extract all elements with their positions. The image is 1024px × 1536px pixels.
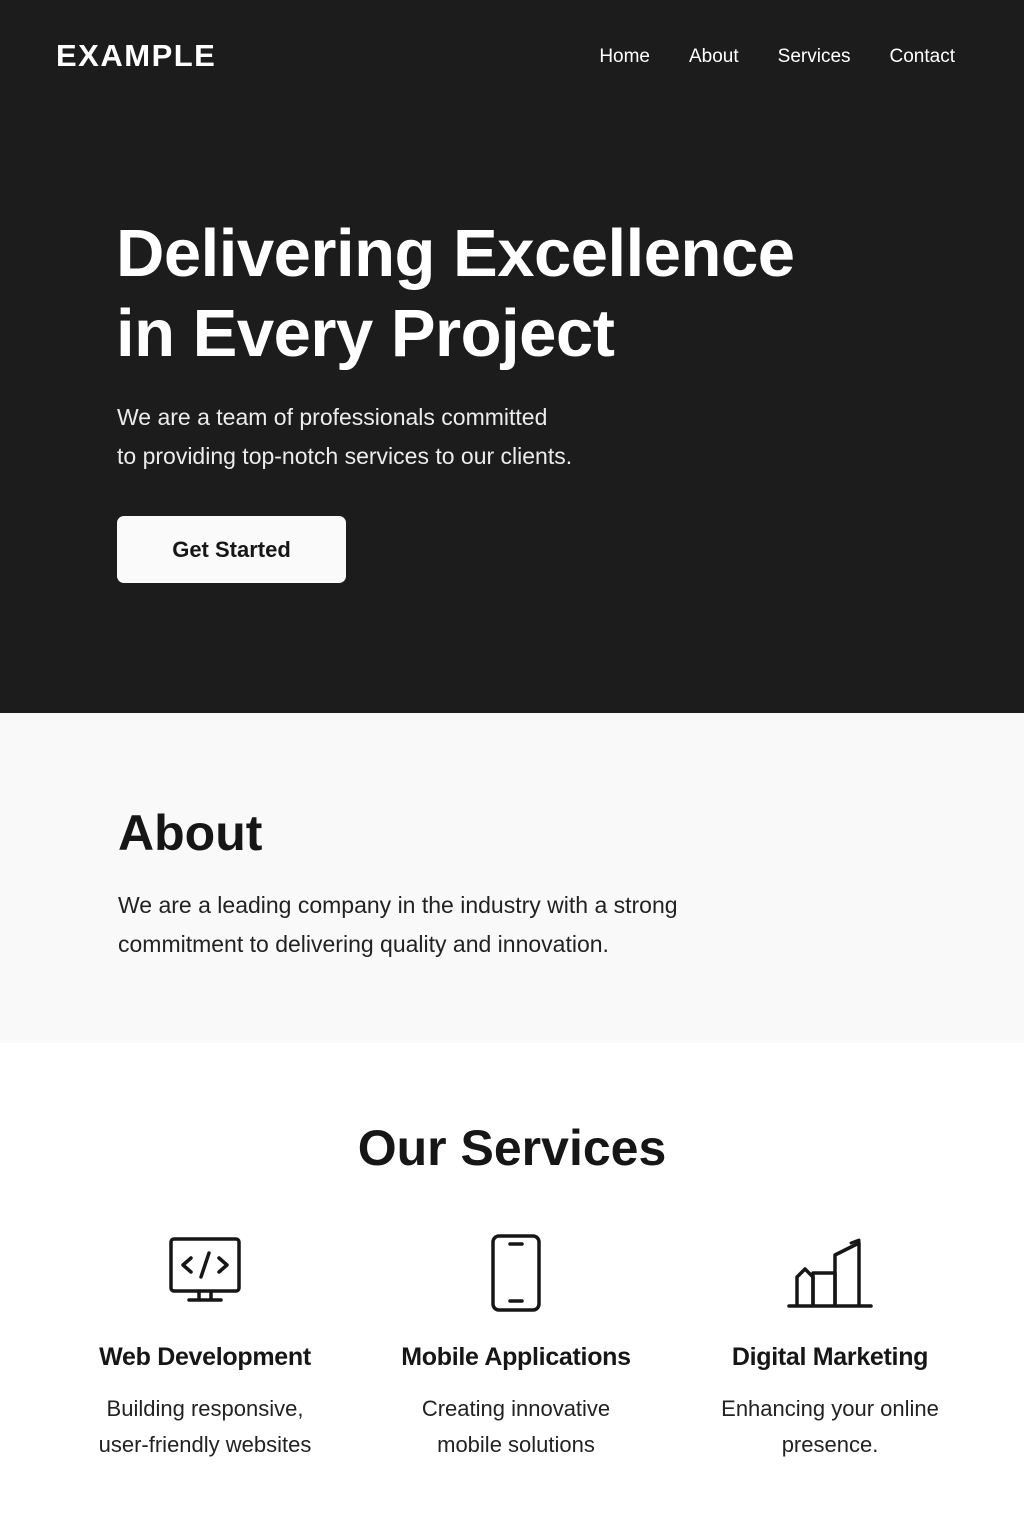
service-description-line-1: Enhancing your online	[721, 1396, 939, 1421]
nav-link-services[interactable]: Services	[778, 45, 851, 69]
hero-subtitle-line-2: to providing top-notch services to our c…	[117, 443, 573, 469]
service-description-line-1: Building responsive,	[106, 1396, 304, 1421]
about-section: About We are a leading company in the in…	[0, 713, 1024, 1043]
hero-title: Delivering Excellence in Every Project	[116, 214, 876, 374]
service-card-web-development: Web Development Building responsive, use…	[55, 1233, 355, 1463]
service-description-line-2: mobile solutions	[437, 1432, 595, 1457]
service-card-mobile-applications: Mobile Applications Creating innovative …	[366, 1233, 666, 1463]
service-description: Building responsive, user-friendly websi…	[55, 1391, 355, 1463]
about-title: About	[118, 805, 263, 861]
service-description-line-2: presence.	[781, 1432, 879, 1457]
smartphone-icon	[491, 1234, 541, 1312]
code-monitor-icon	[169, 1237, 241, 1302]
nav-link-home[interactable]: Home	[599, 45, 650, 69]
hero-title-line-2: in Every Project	[116, 296, 615, 371]
growth-chart-icon	[787, 1238, 873, 1308]
service-description: Creating innovative mobile solutions	[366, 1391, 666, 1463]
about-text: We are a leading company in the industry…	[118, 886, 758, 964]
service-description-line-1: Creating innovative	[421, 1396, 611, 1421]
hero-subtitle: We are a team of professionals committed…	[117, 398, 677, 476]
service-title: Digital Marketing	[731, 1343, 929, 1371]
service-card-digital-marketing: Digital Marketing Enhancing your online …	[680, 1233, 980, 1463]
about-text-line-2: commitment to delivering quality and inn…	[118, 931, 609, 957]
services-section: Our Services Web Development Building re…	[0, 1043, 1024, 1536]
service-description: Enhancing your online presence.	[680, 1391, 980, 1463]
hero-section: EXAMPLE Home About Services Contact Deli…	[0, 0, 1024, 713]
nav-link-contact[interactable]: Contact	[890, 45, 955, 69]
services-title: Our Services	[357, 1120, 667, 1176]
get-started-button[interactable]: Get Started	[117, 516, 346, 583]
main-nav: Home About Services Contact	[599, 45, 955, 69]
hero-title-line-1: Delivering Excellence	[116, 216, 795, 291]
service-title: Mobile Applications	[401, 1343, 631, 1371]
service-description-line-2: user-friendly websites	[98, 1432, 312, 1457]
hero-subtitle-line-1: We are a team of professionals committed	[117, 404, 548, 430]
nav-link-about[interactable]: About	[689, 45, 739, 69]
service-title: Web Development	[99, 1343, 311, 1371]
logo[interactable]: EXAMPLE	[56, 38, 216, 74]
about-text-line-1: We are a leading company in the industry…	[118, 892, 678, 918]
